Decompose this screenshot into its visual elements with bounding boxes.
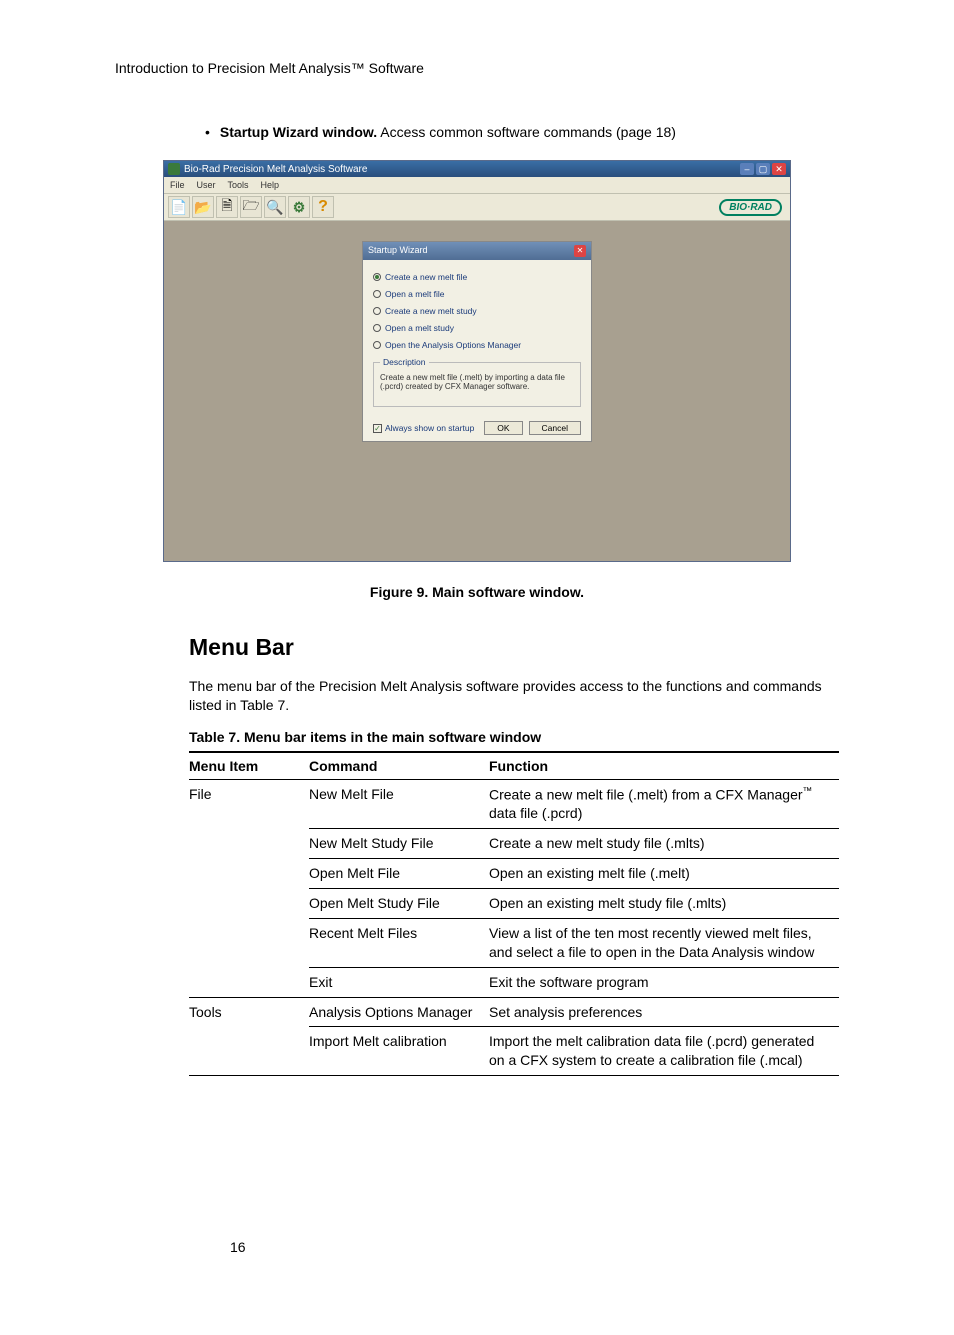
wizard-option-label: Open the Analysis Options Manager (385, 340, 521, 350)
always-show-checkbox[interactable]: ✓ Always show on startup (373, 423, 474, 433)
wizard-title: Startup Wizard (368, 245, 428, 257)
table-row: Open Melt File Open an existing melt fil… (189, 859, 839, 889)
app-menubar: File User Tools Help (164, 177, 790, 193)
cell-cmd: Open Melt File (309, 859, 489, 889)
wizard-option-label: Open a melt file (385, 289, 445, 299)
minimize-icon[interactable]: – (740, 163, 754, 175)
wizard-close-icon[interactable]: ✕ (574, 245, 586, 257)
table-row: New Melt Study File Create a new melt st… (189, 829, 839, 859)
close-icon[interactable]: ✕ (772, 163, 786, 175)
cell-func: Create a new melt study file (.mlts) (489, 829, 839, 859)
page-number: 16 (230, 1239, 246, 1255)
cell-func: Open an existing melt study file (.mlts) (489, 889, 839, 919)
cell-func: View a list of the ten most recently vie… (489, 918, 839, 967)
bullet-item: • Startup Wizard window. Access common s… (205, 124, 839, 140)
bullet-text: Access common software commands (page 18… (377, 124, 676, 140)
toolbar-help-icon[interactable]: ? (312, 196, 334, 218)
bullet-dot: • (205, 124, 210, 140)
radio-icon (373, 290, 381, 298)
wizard-option-label: Create a new melt study (385, 306, 477, 316)
table-row: Open Melt Study File Open an existing me… (189, 889, 839, 919)
app-window-screenshot: Bio-Rad Precision Melt Analysis Software… (163, 160, 791, 562)
toolbar-open-file-icon[interactable]: 📂 (192, 196, 214, 218)
wizard-option-label: Open a melt study (385, 323, 454, 333)
app-title: Bio-Rad Precision Melt Analysis Software (184, 164, 367, 175)
table-caption: Table 7. Menu bar items in the main soft… (189, 729, 839, 745)
cell-menu (189, 918, 309, 967)
toolbar-new-study-icon[interactable]: 🗎 (216, 196, 238, 218)
cancel-button[interactable]: Cancel (529, 421, 581, 435)
menu-bar-table: Menu Item Command Function File New Melt… (189, 751, 839, 1076)
checkbox-icon: ✓ (373, 424, 382, 433)
cell-cmd: Exit (309, 967, 489, 997)
menu-help[interactable]: Help (261, 180, 280, 190)
app-icon (168, 163, 180, 175)
toolbar-new-file-icon[interactable]: 📄 (168, 196, 190, 218)
section-body: The menu bar of the Precision Melt Analy… (189, 677, 839, 715)
table-header: Menu Item (189, 752, 309, 780)
cell-menu (189, 967, 309, 997)
table-row: File New Melt File Create a new melt fil… (189, 779, 839, 828)
wizard-description-legend: Description (380, 357, 429, 367)
cell-cmd: Recent Melt Files (309, 918, 489, 967)
menu-file[interactable]: File (170, 180, 185, 190)
wizard-option[interactable]: Open a melt file (373, 289, 581, 299)
toolbar-open-study-icon[interactable]: 🗁 (240, 196, 262, 218)
bullet-lead: Startup Wizard window. (220, 124, 377, 140)
cell-func: Open an existing melt file (.melt) (489, 859, 839, 889)
radio-icon (373, 341, 381, 349)
app-body: Startup Wizard ✕ Create a new melt file … (164, 221, 790, 561)
section-heading: Menu Bar (189, 634, 839, 661)
startup-wizard-dialog: Startup Wizard ✕ Create a new melt file … (362, 241, 592, 442)
cell-cmd: Open Melt Study File (309, 889, 489, 919)
app-titlebar: Bio-Rad Precision Melt Analysis Software… (164, 161, 790, 177)
table-row: Exit Exit the software program (189, 967, 839, 997)
wizard-option-label: Create a new melt file (385, 272, 467, 282)
cell-func: Import the melt calibration data file (.… (489, 1027, 839, 1076)
cell-func: Create a new melt file (.melt) from a CF… (489, 779, 839, 828)
cell-func: Exit the software program (489, 967, 839, 997)
wizard-option[interactable]: Open the Analysis Options Manager (373, 340, 581, 350)
cell-menu (189, 1027, 309, 1076)
cell-func: Set analysis preferences (489, 997, 839, 1027)
app-toolbar: 📄 📂 🗎 🗁 🔍 ⚙ ? BIO·RAD (164, 193, 790, 221)
figure-caption: Figure 9. Main software window. (115, 584, 839, 600)
wizard-option[interactable]: Create a new melt file (373, 272, 581, 282)
radio-icon (373, 307, 381, 315)
cell-cmd: New Melt File (309, 779, 489, 828)
cell-menu (189, 829, 309, 859)
table-row: Tools Analysis Options Manager Set analy… (189, 997, 839, 1027)
table-row: Import Melt calibration Import the melt … (189, 1027, 839, 1076)
menu-user[interactable]: User (197, 180, 216, 190)
table-row: Recent Melt Files View a list of the ten… (189, 918, 839, 967)
cell-menu (189, 889, 309, 919)
ok-button[interactable]: OK (484, 421, 522, 435)
maximize-icon[interactable]: ▢ (756, 163, 770, 175)
menu-tools[interactable]: Tools (228, 180, 249, 190)
cell-cmd: Analysis Options Manager (309, 997, 489, 1027)
wizard-option[interactable]: Create a new melt study (373, 306, 581, 316)
page-header: Introduction to Precision Melt Analysis™… (115, 60, 839, 76)
radio-icon (373, 273, 381, 281)
table-header: Command (309, 752, 489, 780)
wizard-description-text: Create a new melt file (.melt) by import… (380, 373, 565, 391)
wizard-option[interactable]: Open a melt study (373, 323, 581, 333)
always-show-label: Always show on startup (385, 423, 474, 433)
biorad-logo: BIO·RAD (719, 199, 782, 216)
wizard-description-box: Description Create a new melt file (.mel… (373, 357, 581, 407)
toolbar-gear-icon[interactable]: ⚙ (288, 196, 310, 218)
toolbar-search-icon[interactable]: 🔍 (264, 196, 286, 218)
radio-icon (373, 324, 381, 332)
cell-cmd: New Melt Study File (309, 829, 489, 859)
cell-menu (189, 859, 309, 889)
table-header: Function (489, 752, 839, 780)
cell-menu: File (189, 779, 309, 828)
cell-menu: Tools (189, 997, 309, 1027)
cell-cmd: Import Melt calibration (309, 1027, 489, 1076)
